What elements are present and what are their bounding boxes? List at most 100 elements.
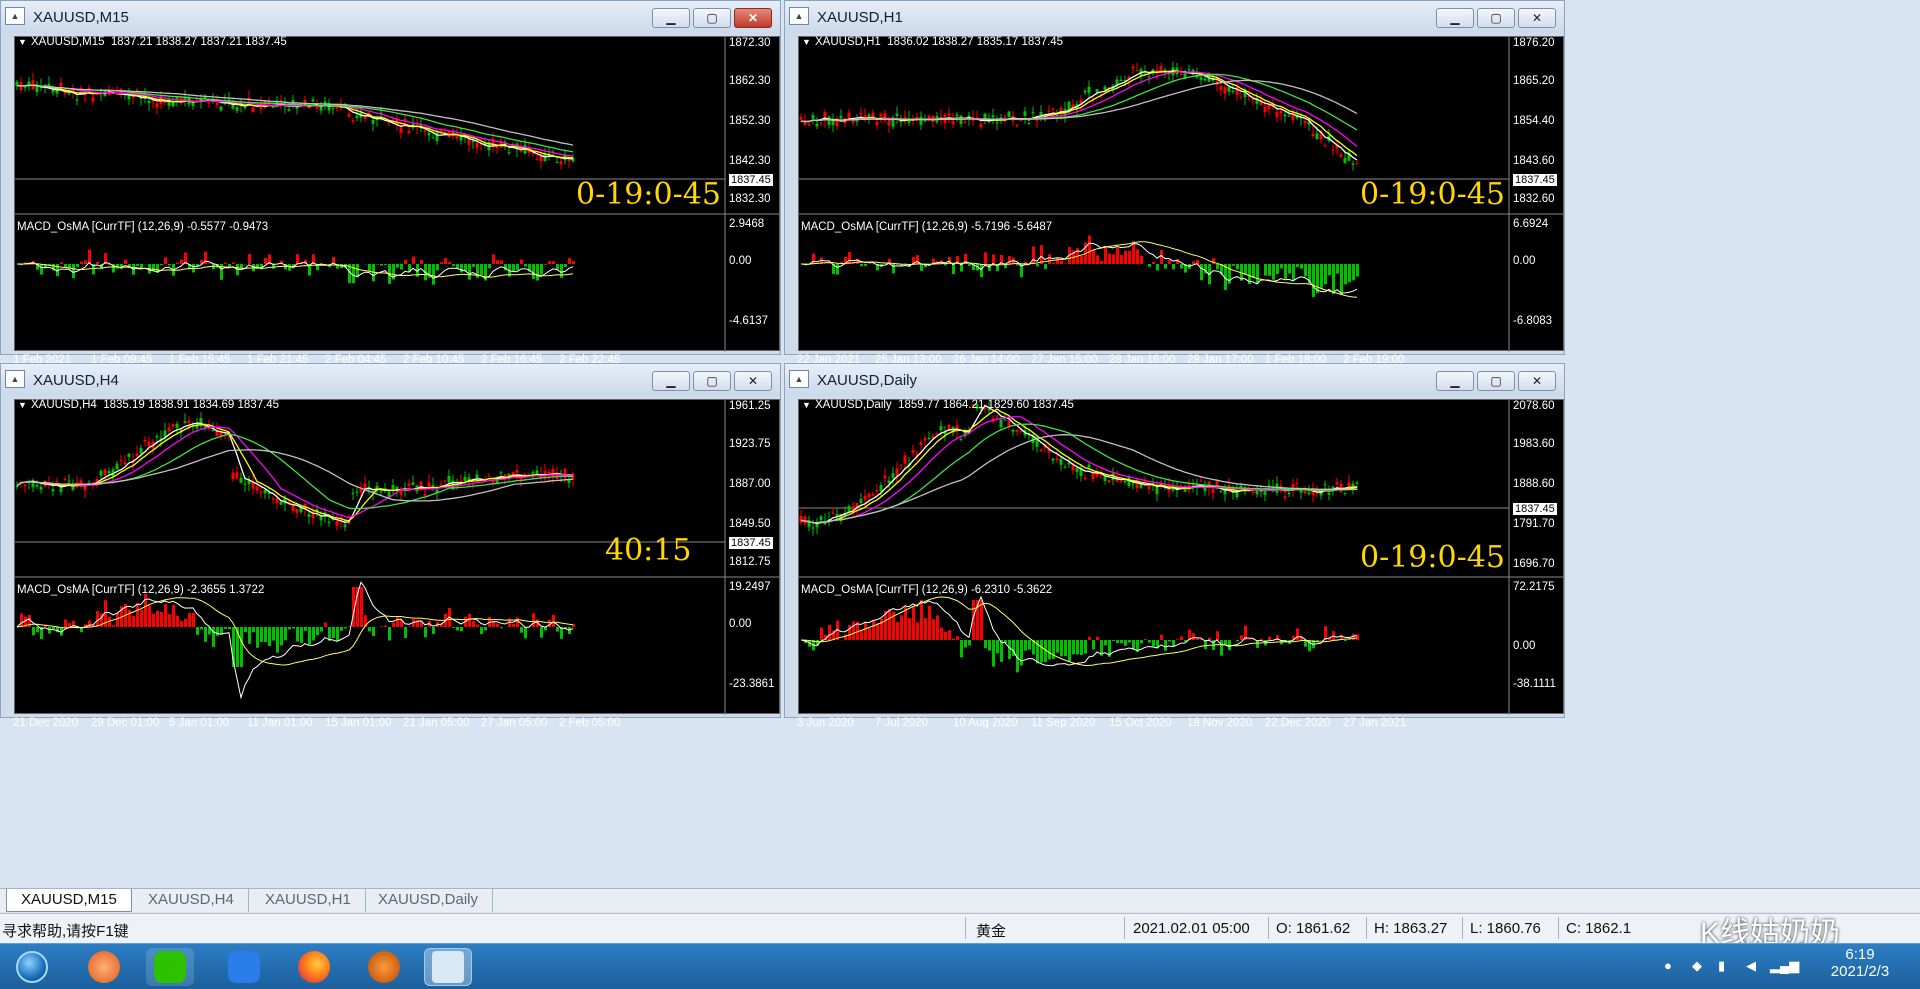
minimize-button[interactable]: ▁: [1436, 8, 1474, 28]
macd-bar: [220, 627, 223, 635]
macd-bar: [1116, 640, 1119, 644]
macd-bar: [1284, 264, 1287, 279]
close-button[interactable]: ✕: [1518, 371, 1556, 391]
tray-wechat-icon[interactable]: ●: [1664, 958, 1672, 973]
macd-bar: [1320, 264, 1323, 288]
candle-body: [475, 474, 479, 479]
tray-network-icon[interactable]: ▮: [1718, 958, 1725, 974]
macd-bar: [1312, 264, 1315, 297]
minimize-button[interactable]: ▁: [652, 8, 690, 28]
macd-bar: [1120, 640, 1123, 644]
time-axis-label: 18 Nov 2020: [1187, 717, 1253, 729]
tab-h1[interactable]: XAUUSD,H1: [251, 889, 366, 912]
close-button[interactable]: ✕: [1518, 8, 1556, 28]
taskbar-clock[interactable]: 6:19 2021/2/3: [1800, 946, 1920, 980]
start-button[interactable]: [8, 948, 56, 986]
maximize-button[interactable]: ▢: [693, 371, 731, 391]
tab-m15[interactable]: XAUUSD,M15: [6, 889, 132, 912]
macd-bar: [864, 264, 867, 267]
close-button[interactable]: ✕: [734, 371, 772, 391]
candle-body: [23, 86, 27, 88]
macd-bar: [84, 260, 87, 264]
maximize-button[interactable]: ▢: [1477, 8, 1515, 28]
taskbar-app-5[interactable]: [360, 948, 408, 986]
macd-bar: [532, 613, 535, 627]
chart-menu-triangle-icon[interactable]: ▼: [802, 37, 811, 47]
taskbar-mt4[interactable]: [424, 948, 472, 986]
candle-body: [239, 477, 243, 483]
candle-body: [31, 483, 35, 488]
chart-window-h4[interactable]: ▲ XAUUSD,H4 ▁ ▢ ✕ ▼ XAUUSD,H4 1835.19 183…: [0, 363, 781, 729]
macd-bar: [960, 264, 963, 272]
candle-body: [271, 106, 275, 108]
candle-body: [123, 462, 127, 465]
macd-bar: [384, 625, 387, 627]
maximize-button[interactable]: ▢: [693, 8, 731, 28]
minimize-button[interactable]: ▁: [652, 371, 690, 391]
macd-header: MACD_OsMA [CurrTF] (12,26,9) -5.7196 -5.…: [801, 221, 1053, 233]
maximize-button[interactable]: ▢: [1477, 371, 1515, 391]
macd-bar: [1172, 264, 1175, 270]
macd-header: MACD_OsMA [CurrTF] (12,26,9) -6.2310 -5.…: [801, 584, 1053, 596]
chart-area-daily[interactable]: ▼ XAUUSD,Daily 1859.77 1864.21 1829.60 18…: [797, 399, 1565, 729]
macd-bar: [1128, 250, 1131, 264]
close-button[interactable]: ✕: [734, 8, 772, 28]
candle-body: [999, 117, 1003, 119]
time-axis-label: 29 Dec 01:00: [91, 717, 160, 729]
chart-menu-triangle-icon[interactable]: ▼: [802, 400, 811, 410]
macd-bar: [864, 621, 867, 640]
price-axis-label: 1854.40: [1513, 115, 1555, 127]
tray-shield-icon[interactable]: ◆: [1692, 958, 1702, 974]
candle-body: [303, 100, 307, 103]
tab-h4[interactable]: XAUUSD,H4: [134, 889, 249, 912]
chart-window-m15[interactable]: ▲ XAUUSD,M15 ▁ ▢ ✕ ▼ XAUUSD,M15 1837.21 1…: [0, 0, 781, 366]
window-titlebar[interactable]: ▲ XAUUSD,H1 ▁ ▢ ✕: [785, 1, 1564, 33]
macd-axis-label: 0.00: [729, 618, 752, 630]
macd-bar: [1056, 257, 1059, 264]
macd-bar: [320, 627, 323, 632]
macd-bar: [1036, 264, 1039, 267]
chart-window-h1[interactable]: ▲ XAUUSD,H1 ▁ ▢ ✕ ▼ XAUUSD,H1 1836.02 183…: [784, 0, 1565, 366]
macd-bar: [556, 264, 559, 270]
countdown-timer: 0-19:0-45: [1360, 540, 1505, 575]
chart-menu-triangle-icon[interactable]: ▼: [18, 400, 27, 410]
candle-body: [63, 479, 67, 481]
macd-bar: [568, 258, 571, 264]
minimize-button[interactable]: ▁: [1436, 371, 1474, 391]
windows-icon: [16, 951, 48, 983]
macd-bar: [1112, 640, 1115, 642]
macd-bar: [556, 627, 559, 632]
taskbar-wechat[interactable]: [146, 948, 194, 986]
tray-volume-icon[interactable]: ◀: [1746, 958, 1756, 974]
candle-body: [151, 101, 155, 103]
candle-body: [1059, 458, 1063, 465]
taskbar-app-1[interactable]: [80, 948, 128, 986]
tray-signal-icon[interactable]: ▂▄▆: [1770, 958, 1799, 974]
chart-window-icon: ▲: [5, 7, 25, 25]
chart-area-h4[interactable]: ▼ XAUUSD,H4 1835.19 1838.91 1834.69 1837.…: [13, 399, 781, 729]
chart-header: XAUUSD,H1 1836.02 1838.27 1835.17 1837.4…: [815, 36, 1064, 48]
macd-bar: [72, 264, 75, 279]
taskbar-firefox[interactable]: [290, 948, 338, 986]
macd-bar: [1040, 640, 1043, 663]
candle-body: [1263, 106, 1267, 113]
chart-area-m15[interactable]: ▼ XAUUSD,M15 1837.21 1838.27 1837.21 1837…: [13, 36, 781, 366]
candle-body: [1155, 486, 1159, 495]
macd-bar: [404, 627, 407, 638]
status-bar: 寻求帮助,请按F1键 黄金 2021.02.01 05:00 O: 1861.6…: [0, 913, 1920, 950]
window-titlebar[interactable]: ▲ XAUUSD,Daily ▁ ▢ ✕: [785, 364, 1564, 396]
app-icon-orange: [88, 951, 120, 983]
chart-menu-triangle-icon[interactable]: ▼: [18, 37, 27, 47]
macd-bar: [516, 264, 519, 271]
window-titlebar[interactable]: ▲ XAUUSD,H4 ▁ ▢ ✕: [1, 364, 780, 396]
price-axis-label: 1832.30: [729, 193, 771, 205]
chart-area-h1[interactable]: ▼ XAUUSD,H1 1836.02 1838.27 1835.17 1837.…: [797, 36, 1565, 366]
window-titlebar[interactable]: ▲ XAUUSD,M15 ▁ ▢ ✕: [1, 1, 780, 33]
macd-bar: [1220, 640, 1223, 656]
taskbar-notes[interactable]: [220, 948, 268, 986]
macd-bar: [240, 627, 243, 667]
chart-window-daily[interactable]: ▲ XAUUSD,Daily ▁ ▢ ✕ ▼ XAUUSD,Daily 1859.…: [784, 363, 1565, 729]
macd-bar: [1236, 264, 1239, 270]
candle-body: [1091, 474, 1095, 480]
tab-daily[interactable]: XAUUSD,Daily: [364, 889, 494, 912]
